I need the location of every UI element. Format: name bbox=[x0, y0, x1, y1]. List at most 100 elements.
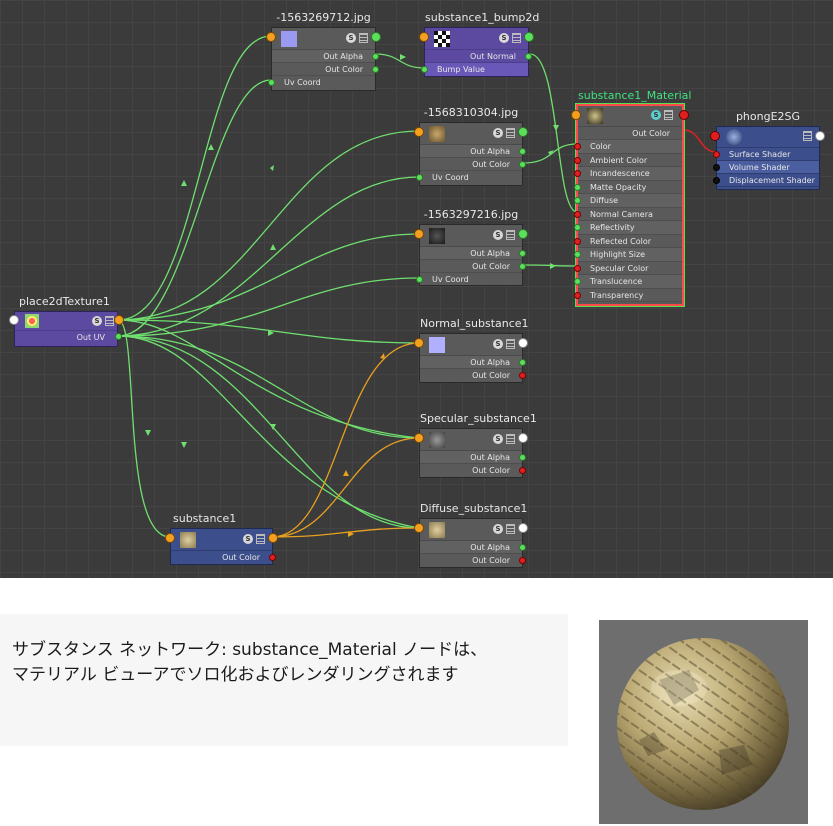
material-attr-row[interactable]: Specular Color bbox=[574, 262, 682, 275]
input-port[interactable] bbox=[710, 131, 720, 141]
material-viewer[interactable] bbox=[599, 620, 808, 824]
material-attr-row[interactable]: Incandescence bbox=[574, 167, 682, 181]
swatch-toggle-icon[interactable]: S bbox=[493, 128, 503, 138]
bump2d-node[interactable]: substance1_bump2d S Out Normal Bump Valu… bbox=[419, 11, 539, 77]
attribute-list-icon[interactable] bbox=[506, 230, 515, 240]
input-port[interactable] bbox=[9, 315, 19, 325]
out-color-row[interactable]: Out Color bbox=[578, 127, 682, 140]
out-color-port[interactable] bbox=[519, 263, 526, 270]
shading-group-attr-row[interactable]: Displacement Shader bbox=[713, 174, 819, 187]
attribute-list-icon[interactable] bbox=[664, 110, 673, 120]
out-color-row[interactable]: Out Color bbox=[420, 554, 526, 567]
input-port[interactable] bbox=[266, 32, 276, 42]
out-alpha-port[interactable] bbox=[372, 53, 379, 60]
hypershade-graph[interactable]: place2dTexture1 S Out UV -1563269712.jpg… bbox=[0, 0, 833, 578]
swatch-toggle-icon[interactable]: S bbox=[493, 434, 503, 444]
out-alpha-port[interactable] bbox=[519, 250, 526, 257]
shading-group-attr-port[interactable] bbox=[713, 151, 720, 158]
out-color-row[interactable]: Out Color bbox=[420, 369, 526, 382]
out-color-row[interactable]: Out Color bbox=[420, 158, 526, 171]
out-alpha-port[interactable] bbox=[519, 148, 526, 155]
attribute-list-icon[interactable] bbox=[256, 534, 265, 544]
out-alpha-row[interactable]: Out Alpha bbox=[420, 356, 526, 369]
attribute-list-icon[interactable] bbox=[506, 524, 515, 534]
substance-node[interactable]: substance1 S Out Color bbox=[165, 512, 278, 565]
out-color-row[interactable]: Out Color bbox=[420, 464, 526, 477]
shading-group-attr-row[interactable]: Surface Shader bbox=[713, 148, 819, 161]
out-alpha-row[interactable]: Out Alpha bbox=[272, 50, 379, 63]
input-port[interactable] bbox=[165, 533, 175, 543]
output-port[interactable] bbox=[518, 338, 528, 348]
uv-coord-port[interactable] bbox=[268, 79, 275, 86]
swatch-toggle-icon[interactable]: S bbox=[92, 316, 102, 326]
attribute-list-icon[interactable] bbox=[506, 339, 515, 349]
uv-coord-row[interactable]: Uv Coord bbox=[416, 171, 522, 184]
output-port[interactable] bbox=[371, 32, 381, 42]
material-attr-row[interactable]: Reflectivity bbox=[574, 221, 682, 235]
material-attr-row[interactable]: Color bbox=[574, 140, 682, 154]
output-port[interactable] bbox=[518, 523, 528, 533]
specular-substance-node[interactable]: Specular_substance1 S Out Alpha Out Colo… bbox=[414, 412, 537, 478]
out-uv-port[interactable] bbox=[115, 333, 122, 340]
file-texture-node-1[interactable]: -1563269712.jpg S Out Alpha Out Color Uv… bbox=[266, 11, 381, 91]
swatch-toggle-icon[interactable]: S bbox=[243, 534, 253, 544]
swatch-toggle-icon[interactable]: S bbox=[499, 33, 509, 43]
attribute-list-icon[interactable] bbox=[512, 33, 521, 43]
input-port[interactable] bbox=[414, 523, 424, 533]
material-attr-port[interactable] bbox=[574, 251, 581, 258]
input-port[interactable] bbox=[414, 338, 424, 348]
output-port[interactable] bbox=[518, 433, 528, 443]
out-uv-row[interactable]: Out UV bbox=[15, 331, 117, 344]
material-attr-port[interactable] bbox=[574, 224, 581, 231]
out-alpha-row[interactable]: Out Alpha bbox=[420, 541, 526, 554]
input-port[interactable] bbox=[414, 127, 424, 137]
uv-coord-row[interactable]: Uv Coord bbox=[416, 273, 522, 286]
input-port[interactable] bbox=[419, 32, 429, 42]
material-attr-row[interactable]: Matte Opacity bbox=[574, 181, 682, 194]
material-attr-port[interactable] bbox=[574, 291, 581, 299]
out-alpha-port[interactable] bbox=[519, 359, 526, 366]
output-port[interactable] bbox=[679, 110, 689, 120]
attribute-list-icon[interactable] bbox=[359, 33, 368, 43]
uv-coord-port[interactable] bbox=[416, 276, 423, 283]
swatch-toggle-icon[interactable]: S bbox=[493, 524, 503, 534]
material-attr-row[interactable]: Translucence bbox=[574, 275, 682, 289]
uv-coord-row[interactable]: Uv Coord bbox=[268, 76, 375, 89]
attribute-list-icon[interactable] bbox=[506, 128, 515, 138]
material-attr-row[interactable]: Normal Camera bbox=[574, 208, 682, 221]
output-port[interactable] bbox=[524, 32, 534, 42]
output-port[interactable] bbox=[815, 131, 825, 141]
output-port[interactable] bbox=[518, 127, 528, 137]
material-attr-port[interactable] bbox=[574, 183, 581, 191]
material-attr-port[interactable] bbox=[574, 237, 581, 245]
input-port[interactable] bbox=[414, 229, 424, 239]
out-color-port[interactable] bbox=[519, 557, 526, 564]
out-alpha-port[interactable] bbox=[519, 544, 526, 551]
material-attr-port[interactable] bbox=[574, 156, 581, 164]
material-attr-port[interactable] bbox=[574, 143, 581, 150]
shading-group-attr-port[interactable] bbox=[713, 164, 720, 171]
bump-value-row[interactable]: Bump Value bbox=[421, 63, 528, 76]
output-port[interactable] bbox=[268, 533, 278, 543]
material-attr-port[interactable] bbox=[574, 210, 581, 218]
attribute-list-icon[interactable] bbox=[506, 434, 515, 444]
out-color-port[interactable] bbox=[269, 554, 276, 561]
out-color-row[interactable]: Out Color bbox=[272, 63, 379, 76]
out-color-port[interactable] bbox=[519, 372, 526, 379]
swatch-toggle-icon[interactable]: S bbox=[493, 230, 503, 240]
file-texture-node-3[interactable]: -1563297216.jpg S Out Alpha Out Color Uv… bbox=[414, 208, 528, 286]
material-attr-row[interactable]: Reflected Color bbox=[574, 235, 682, 248]
shading-group-attr-port[interactable] bbox=[713, 177, 720, 184]
out-color-port[interactable] bbox=[372, 66, 379, 73]
material-attr-port[interactable] bbox=[574, 170, 581, 177]
place2dtexture-node[interactable]: place2dTexture1 S Out UV bbox=[9, 295, 124, 347]
swatch-toggle-icon[interactable]: S bbox=[493, 339, 503, 349]
material-attr-port[interactable] bbox=[574, 264, 581, 272]
material-attr-row[interactable]: Diffuse bbox=[574, 194, 682, 208]
out-normal-port[interactable] bbox=[525, 53, 532, 60]
out-color-row[interactable]: Out Color bbox=[420, 260, 526, 273]
out-color-port[interactable] bbox=[519, 161, 526, 168]
material-attr-port[interactable] bbox=[574, 197, 581, 204]
file-texture-node-2[interactable]: -1568310304.jpg S Out Alpha Out Color Uv… bbox=[414, 106, 528, 186]
out-alpha-port[interactable] bbox=[519, 454, 526, 461]
